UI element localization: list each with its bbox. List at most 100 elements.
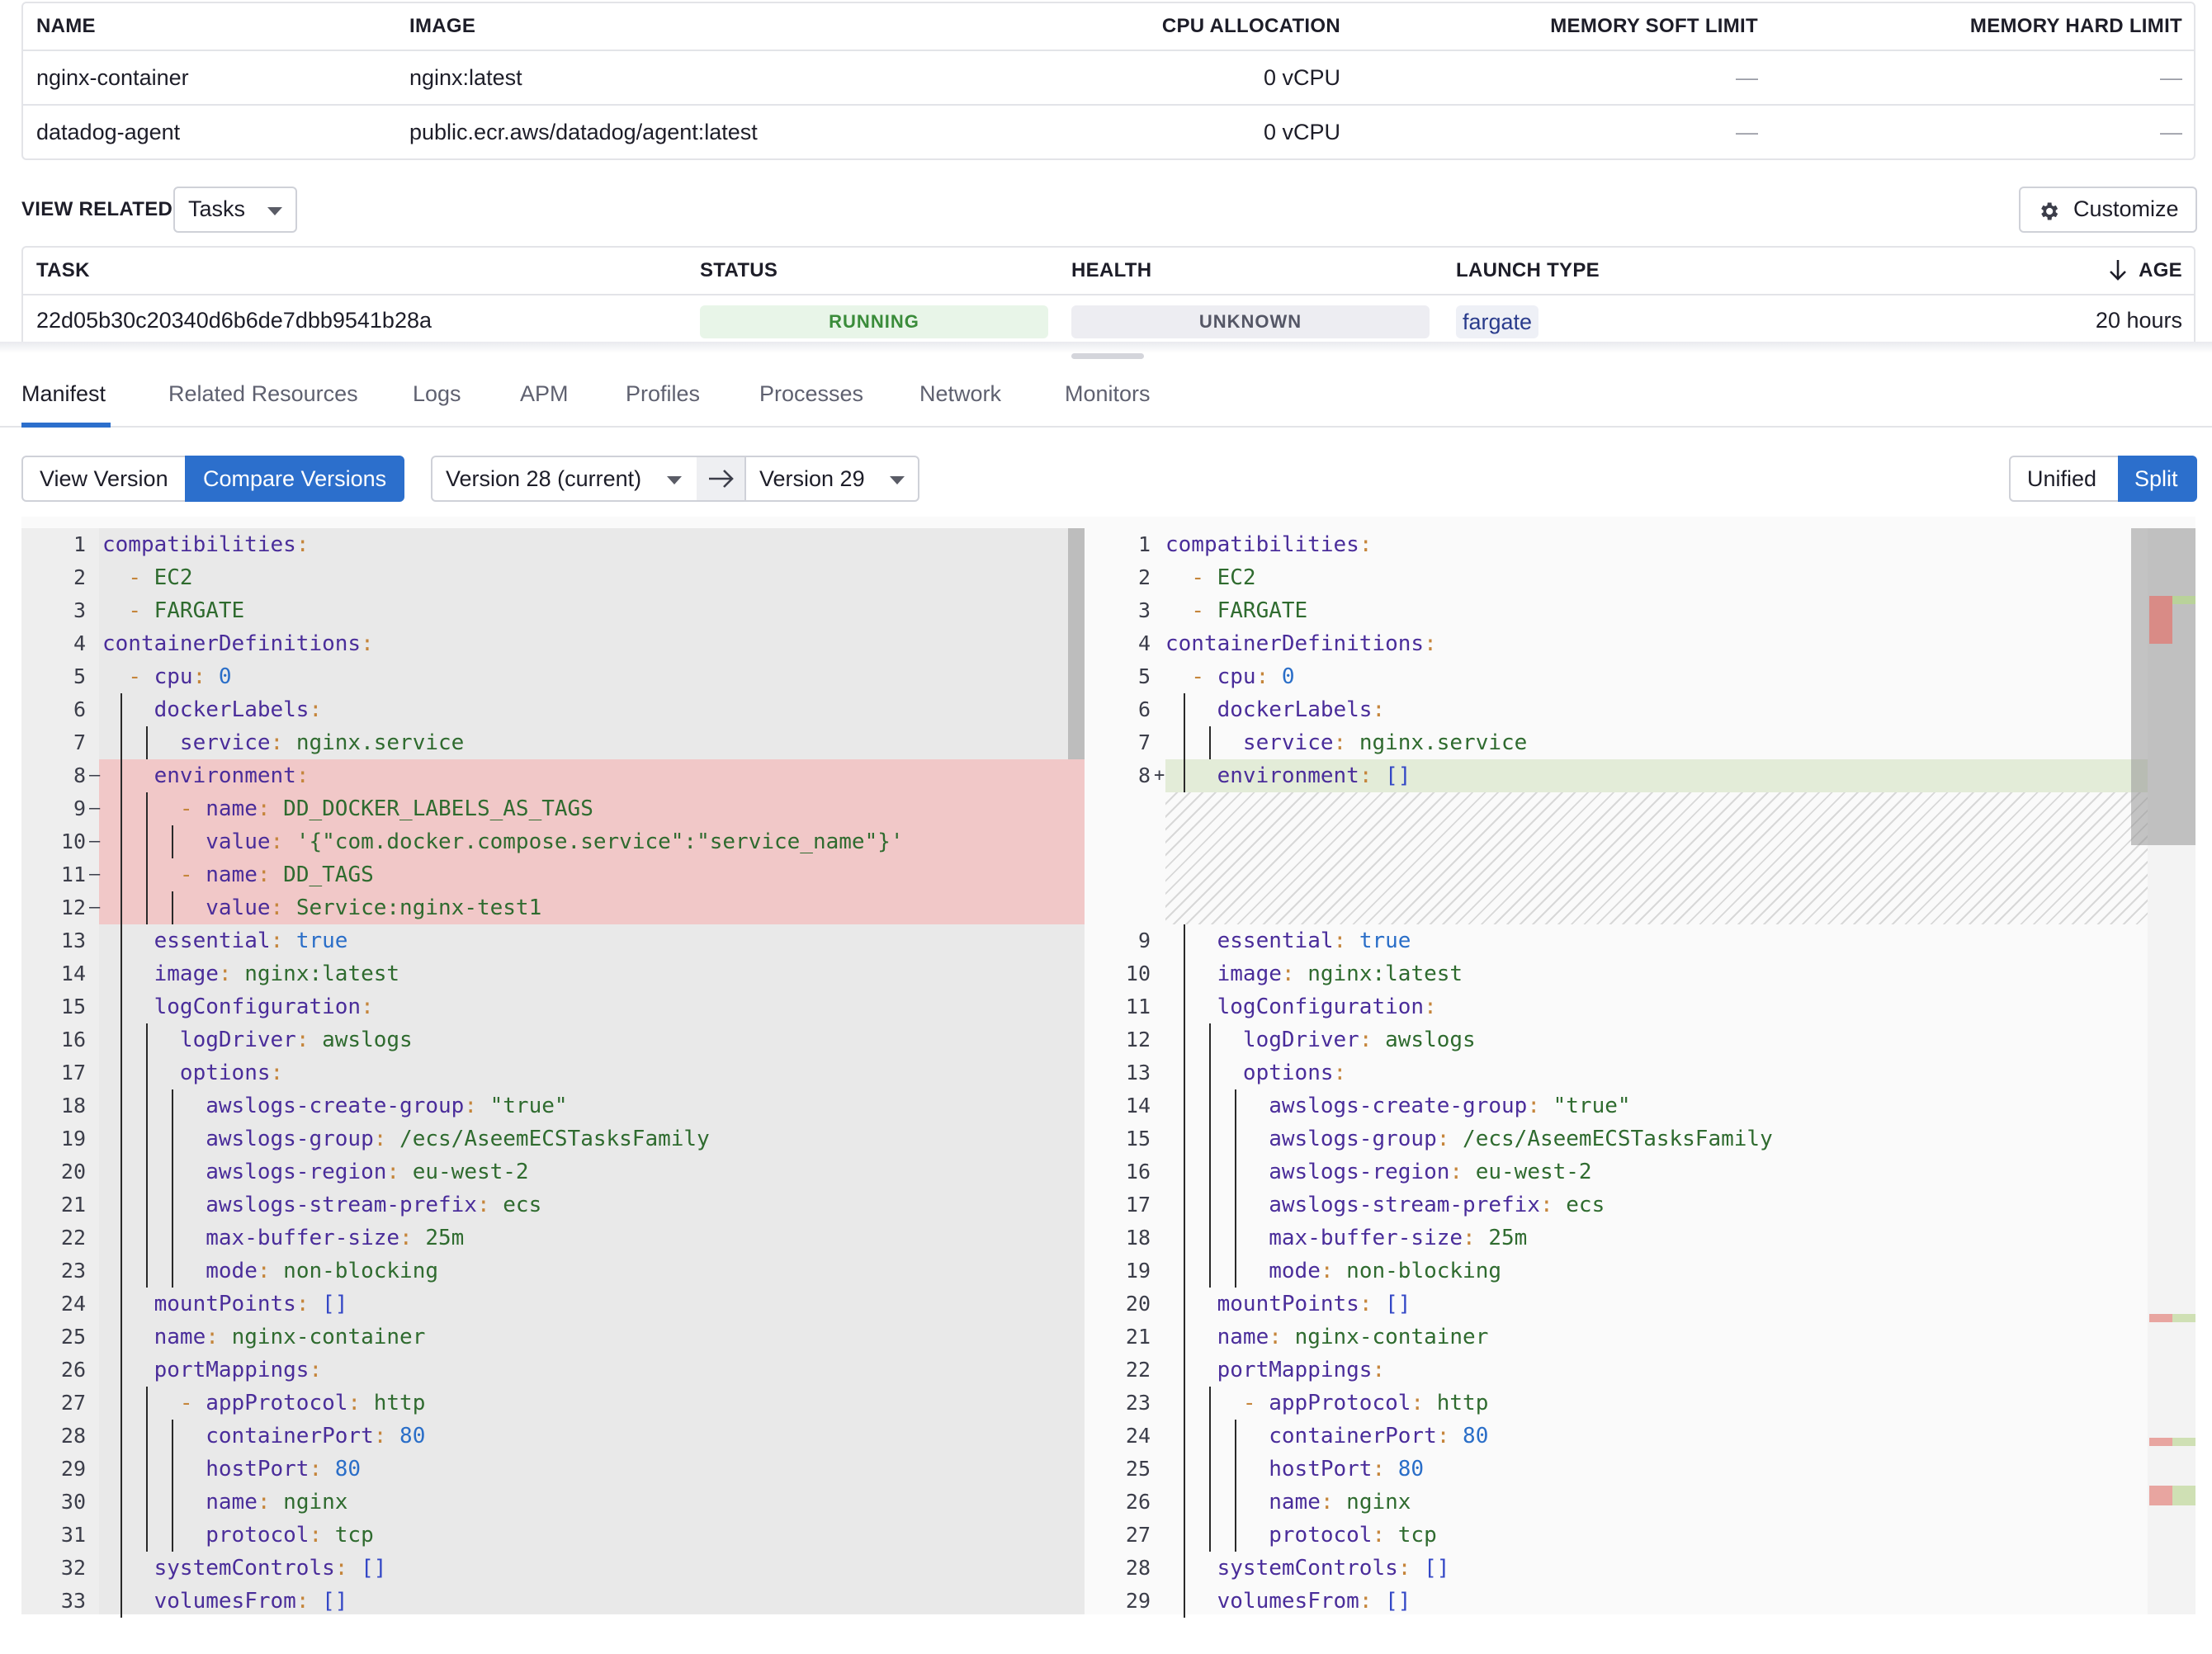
code-line[interactable]: - appProtocol: http: [1165, 1387, 1488, 1420]
code-line[interactable]: environment: []: [1165, 759, 1411, 792]
code-line[interactable]: essential: true: [1165, 924, 1411, 957]
code-line[interactable]: name: nginx-container: [102, 1321, 426, 1354]
code-line[interactable]: - FARGATE: [102, 594, 244, 627]
code-line[interactable]: dockerLabels:: [1165, 693, 1386, 726]
code-line[interactable]: name: nginx: [1165, 1486, 1411, 1519]
code-line[interactable]: mode: non-blocking: [102, 1255, 438, 1288]
col-mem-hard[interactable]: MEMORY HARD LIMIT: [1970, 3, 2182, 50]
code-line[interactable]: - FARGATE: [1165, 594, 1307, 627]
tab-apm[interactable]: APM: [520, 381, 569, 407]
customize-button[interactable]: Customize: [2019, 187, 2197, 233]
code-line[interactable]: compatibilities:: [1165, 528, 1372, 561]
code-line[interactable]: - appProtocol: http: [102, 1387, 425, 1420]
code-line[interactable]: environment:: [102, 759, 310, 792]
indent-guide: [1235, 1189, 1236, 1222]
table-row[interactable]: datadog-agent public.ecr.aws/datadog/age…: [23, 106, 2194, 158]
col-mem-soft[interactable]: MEMORY SOFT LIMIT: [1550, 3, 1758, 50]
version-left-select[interactable]: Version 28 (current): [431, 456, 698, 502]
code-line[interactable]: - name: DD_DOCKER_LABELS_AS_TAGS: [102, 792, 593, 825]
tab-monitors[interactable]: Monitors: [1065, 381, 1151, 407]
code-line[interactable]: value: Service:nginx-test1: [102, 891, 541, 924]
indent-guide: [146, 825, 148, 858]
tab-processes[interactable]: Processes: [759, 381, 863, 407]
col-task[interactable]: TASK: [36, 248, 90, 294]
code-line[interactable]: image: nginx:latest: [1165, 957, 1463, 990]
code-line[interactable]: mountPoints: []: [102, 1288, 348, 1321]
code-line[interactable]: awslogs-region: eu-west-2: [1165, 1155, 1591, 1189]
code-line[interactable]: volumesFrom: []: [1165, 1585, 1411, 1618]
col-launch-type[interactable]: LAUNCH TYPE: [1456, 248, 1600, 294]
code-line[interactable]: logDriver: awslogs: [102, 1023, 413, 1056]
code-line[interactable]: dockerLabels:: [102, 693, 323, 726]
indent-guide: [1209, 1122, 1211, 1155]
tab-profiles[interactable]: Profiles: [626, 381, 700, 407]
col-age[interactable]: AGE: [2139, 248, 2182, 294]
code-line[interactable]: image: nginx:latest: [102, 957, 399, 990]
cell-task-id[interactable]: 22d05b30c20340d6b6de7dbb9541b28a: [36, 295, 432, 343]
code-line[interactable]: options:: [1165, 1056, 1346, 1089]
code-line[interactable]: value: '{"com.docker.compose.service":"s…: [102, 825, 903, 858]
tab-manifest[interactable]: Manifest: [21, 381, 106, 407]
code-line[interactable]: portMappings:: [102, 1354, 323, 1387]
code-line[interactable]: service: nginx.service: [1165, 726, 1527, 759]
code-line[interactable]: name: nginx-container: [1165, 1321, 1489, 1354]
indent-guide: [121, 891, 122, 924]
code-line[interactable]: hostPort: 80: [1165, 1453, 1424, 1486]
code-line[interactable]: containerPort: 80: [102, 1420, 425, 1453]
code-line[interactable]: - name: DD_TAGS: [102, 858, 374, 891]
code-line[interactable]: containerDefinitions:: [102, 627, 374, 660]
code-line[interactable]: service: nginx.service: [102, 726, 464, 759]
code-line[interactable]: logConfiguration:: [102, 990, 374, 1023]
tab-network[interactable]: Network: [919, 381, 1001, 407]
code-line[interactable]: max-buffer-size: 25m: [1165, 1222, 1527, 1255]
col-name[interactable]: NAME: [36, 3, 96, 50]
right-scrollbar-thumb[interactable]: [2131, 528, 2195, 845]
code-line[interactable]: - cpu: 0: [102, 660, 231, 693]
col-status[interactable]: STATUS: [700, 248, 778, 294]
resize-handle[interactable]: [1071, 353, 1144, 359]
indent-guide: [146, 1453, 148, 1486]
code-line[interactable]: compatibilities:: [102, 528, 309, 561]
code-line[interactable]: - EC2: [102, 561, 192, 594]
view-version-button[interactable]: View Version: [21, 456, 187, 502]
code-line[interactable]: max-buffer-size: 25m: [102, 1222, 464, 1255]
code-line[interactable]: systemControls: []: [1165, 1552, 1450, 1585]
code-line[interactable]: awslogs-stream-prefix: ecs: [1165, 1189, 1605, 1222]
split-button[interactable]: Split: [2118, 456, 2197, 502]
code-line[interactable]: protocol: tcp: [1165, 1519, 1437, 1552]
code-line[interactable]: hostPort: 80: [102, 1453, 361, 1486]
code-line[interactable]: - EC2: [1165, 561, 1255, 594]
code-line[interactable]: mode: non-blocking: [1165, 1255, 1501, 1288]
compare-versions-button[interactable]: Compare Versions: [185, 456, 404, 502]
code-line[interactable]: containerPort: 80: [1165, 1420, 1488, 1453]
code-line[interactable]: portMappings:: [1165, 1354, 1386, 1387]
code-line[interactable]: essential: true: [102, 924, 348, 957]
tab-related-resources[interactable]: Related Resources: [168, 381, 358, 407]
code-line[interactable]: awslogs-group: /ecs/AseemECSTasksFamily: [1165, 1122, 1773, 1155]
code-line[interactable]: protocol: tcp: [102, 1519, 374, 1552]
sort-arrow-down-icon[interactable]: [2108, 258, 2128, 282]
code-line[interactable]: awslogs-stream-prefix: ecs: [102, 1189, 541, 1222]
code-line[interactable]: containerDefinitions:: [1165, 627, 1437, 660]
view-related-select[interactable]: Tasks: [173, 187, 297, 233]
code-line[interactable]: - cpu: 0: [1165, 660, 1294, 693]
code-line[interactable]: awslogs-region: eu-west-2: [102, 1155, 528, 1189]
tab-logs[interactable]: Logs: [413, 381, 461, 407]
code-line[interactable]: options:: [102, 1056, 283, 1089]
line-number: 32: [60, 1556, 86, 1580]
col-health[interactable]: HEALTH: [1071, 248, 1151, 294]
code-line[interactable]: logConfiguration:: [1165, 990, 1437, 1023]
version-right-select[interactable]: Version 29: [744, 456, 919, 502]
col-image[interactable]: IMAGE: [409, 3, 475, 50]
code-line[interactable]: logDriver: awslogs: [1165, 1023, 1476, 1056]
code-line[interactable]: name: nginx: [102, 1486, 347, 1519]
code-line[interactable]: awslogs-group: /ecs/AseemECSTasksFamily: [102, 1122, 710, 1155]
code-line[interactable]: systemControls: []: [102, 1552, 387, 1585]
unified-button[interactable]: Unified: [2009, 456, 2120, 502]
line-number: 10: [60, 829, 86, 853]
table-row[interactable]: nginx-container nginx:latest 0 vCPU — —: [23, 51, 2194, 106]
code-line[interactable]: mountPoints: []: [1165, 1288, 1411, 1321]
col-cpu[interactable]: CPU ALLOCATION: [1162, 3, 1340, 50]
code-line[interactable]: volumesFrom: []: [102, 1585, 348, 1618]
table-row[interactable]: 22d05b30c20340d6b6de7dbb9541b28a RUNNING…: [23, 295, 2194, 343]
